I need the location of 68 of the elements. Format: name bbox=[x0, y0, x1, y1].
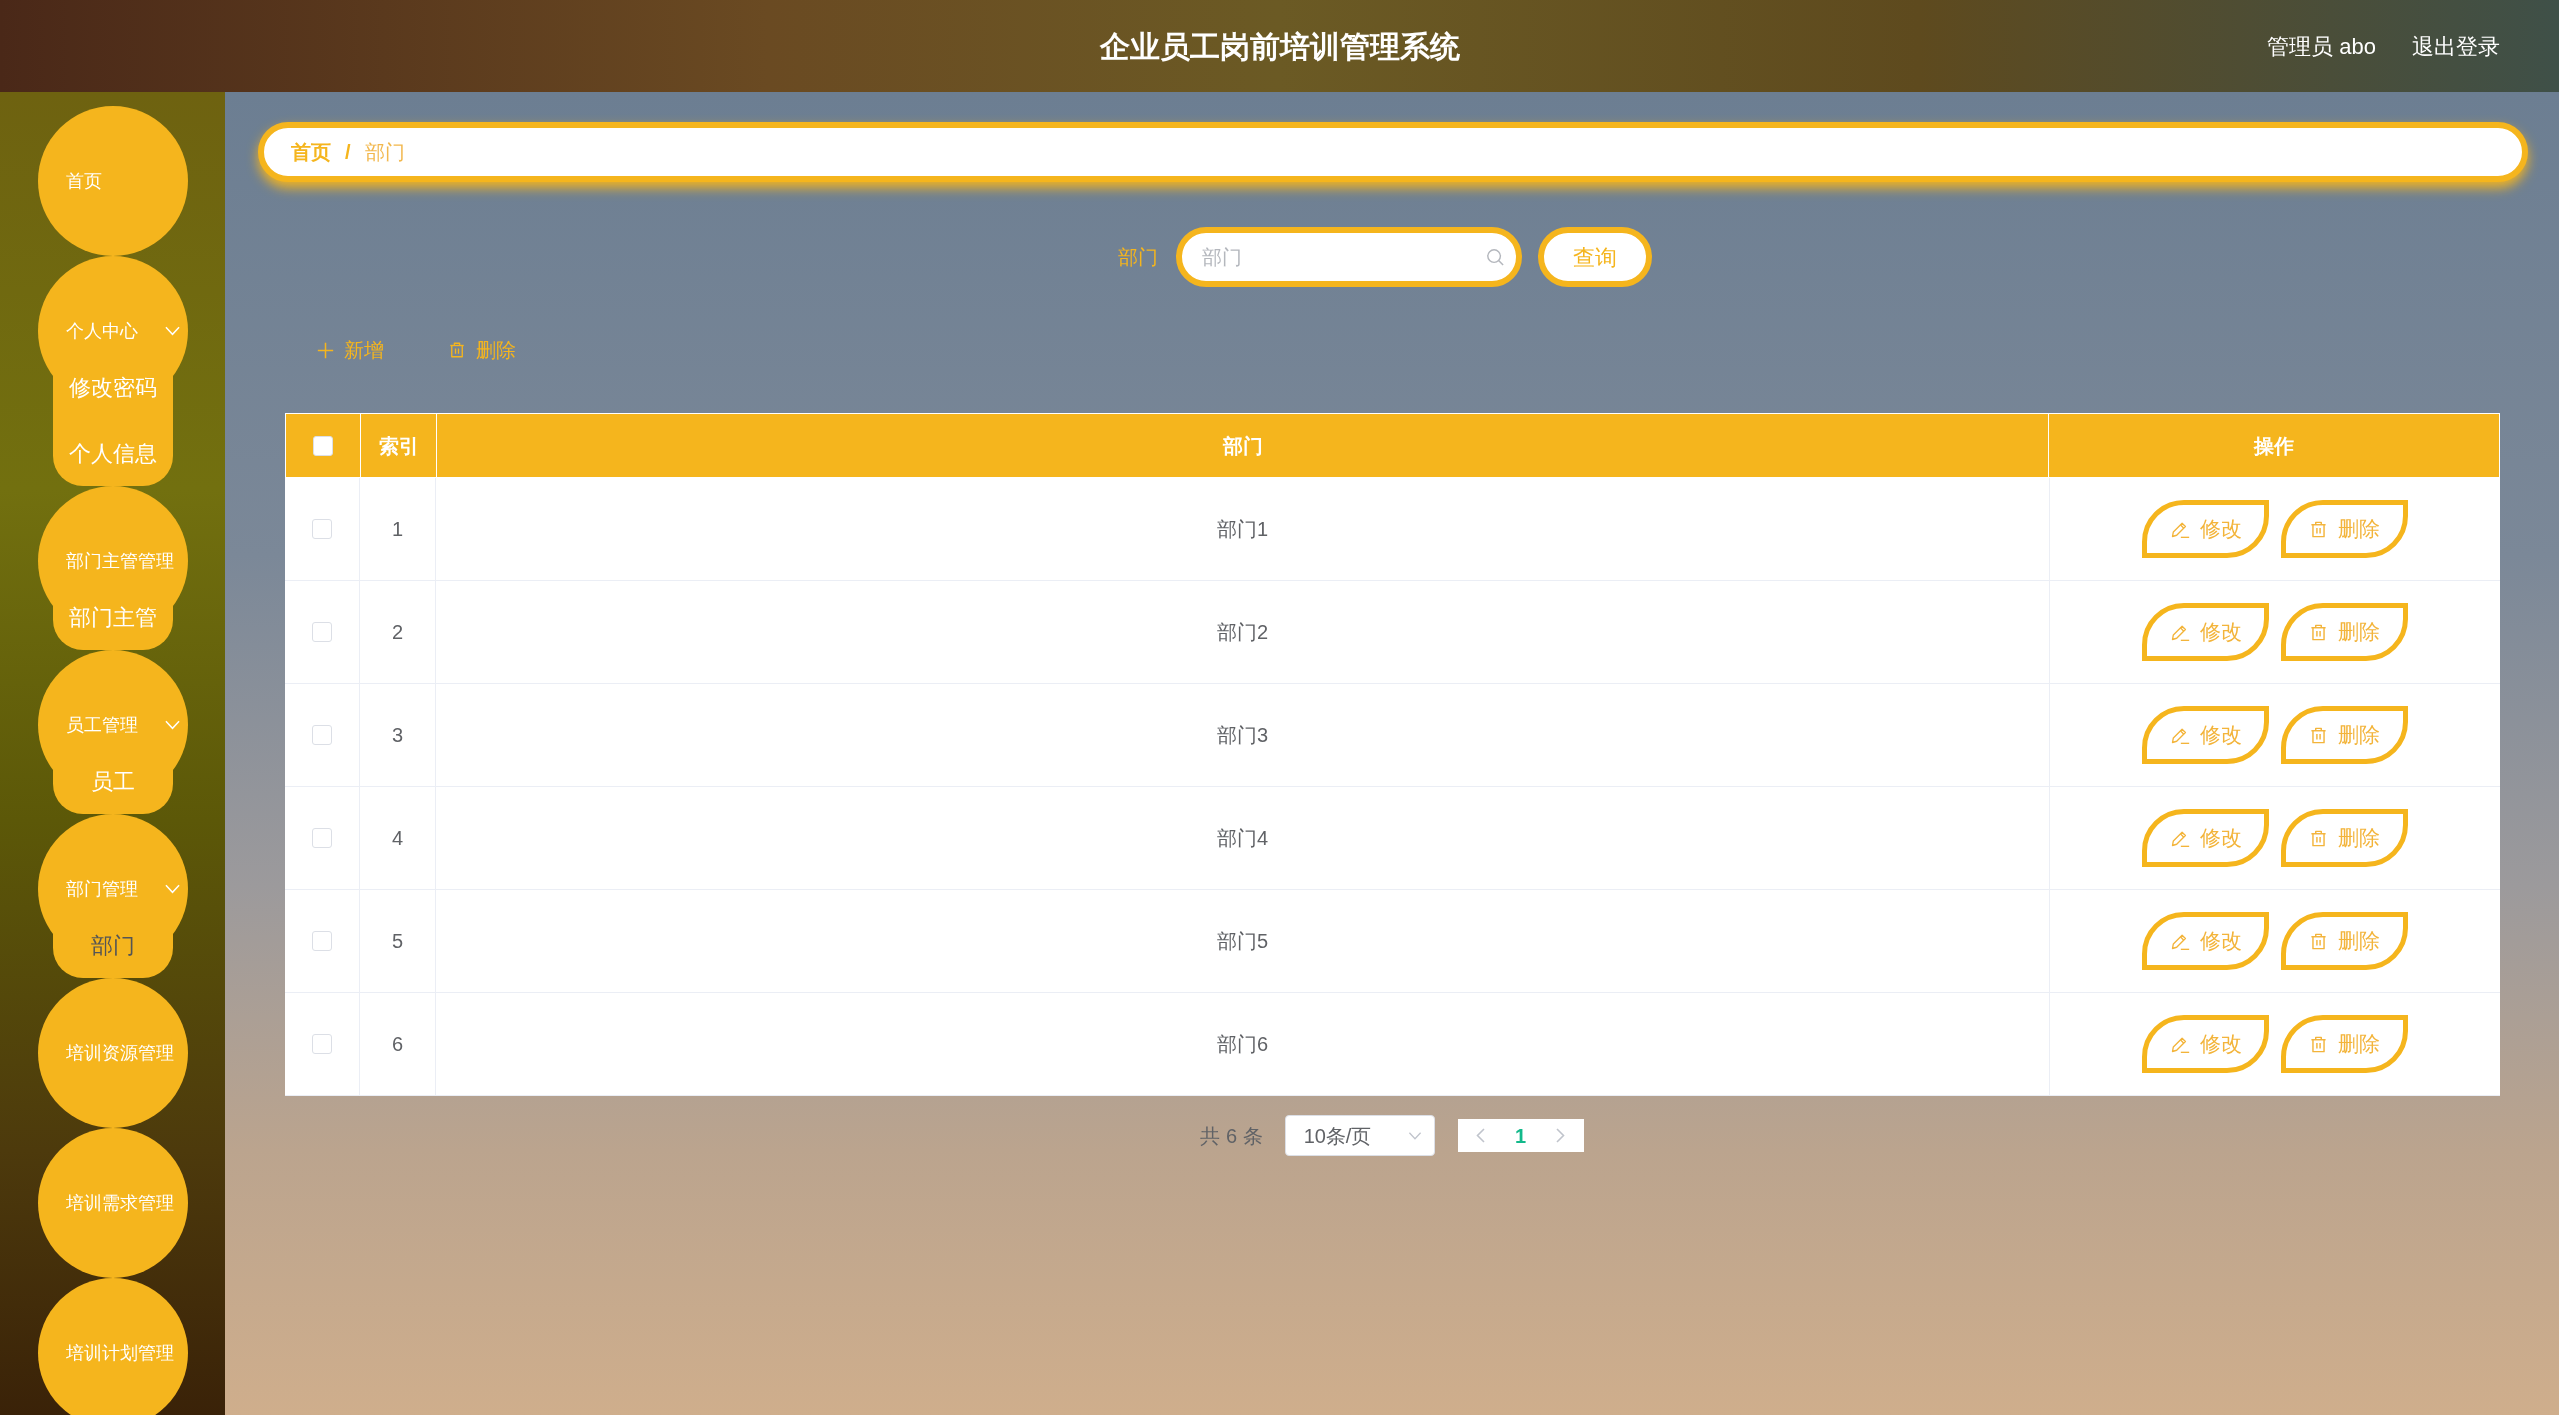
delete-button[interactable]: 删除 bbox=[2281, 809, 2408, 867]
column-header: 索引 bbox=[361, 414, 437, 477]
plus-icon bbox=[317, 341, 334, 359]
query-button[interactable]: 查询 bbox=[1538, 227, 1652, 287]
submenu-item[interactable]: 部门 bbox=[52, 912, 173, 978]
chevron-left-icon bbox=[1476, 1128, 1486, 1143]
user-name: 管理员 abo bbox=[2267, 32, 2376, 61]
table-cell: 5 bbox=[360, 890, 436, 992]
edit-button[interactable]: 修改 bbox=[2142, 500, 2269, 558]
search-icon bbox=[1486, 248, 1504, 266]
table-cell: 1 bbox=[360, 478, 436, 580]
logout-link[interactable]: 退出登录 bbox=[2412, 29, 2500, 63]
breadcrumb-separator: / bbox=[345, 140, 351, 165]
table-cell: 部门6 bbox=[436, 993, 2050, 1095]
submenu-item[interactable]: 个人信息 bbox=[52, 420, 173, 486]
delete-button[interactable]: 删除 bbox=[2281, 603, 2408, 661]
table-cell: 部门3 bbox=[436, 684, 2050, 786]
breadcrumb-current: 部门 bbox=[364, 140, 405, 165]
app-title: 企业员工岗前培训管理系统 bbox=[1099, 28, 1460, 65]
table-cell: 部门2 bbox=[436, 581, 2050, 683]
delete-button[interactable]: 删除 bbox=[2281, 1015, 2408, 1073]
table-cell: 2 bbox=[360, 581, 436, 683]
page-button[interactable]: 1 bbox=[1505, 1119, 1536, 1152]
row-checkbox[interactable] bbox=[312, 519, 332, 539]
table-cell: 部门1 bbox=[436, 478, 2050, 580]
row-checkbox[interactable] bbox=[312, 931, 332, 951]
add-button[interactable]: 新增 bbox=[305, 330, 396, 370]
select-all-checkbox[interactable] bbox=[313, 435, 333, 456]
chevron-down-icon bbox=[1407, 1131, 1422, 1140]
trash-icon bbox=[2309, 1034, 2328, 1054]
total-count: 共 6 条 bbox=[1200, 1123, 1263, 1149]
row-checkbox[interactable] bbox=[312, 828, 332, 848]
delete-button[interactable]: 删除 bbox=[2281, 706, 2408, 764]
menu-item[interactable]: 培训资源管理 bbox=[37, 978, 188, 1128]
column-header: 部门 bbox=[437, 414, 2049, 477]
edit-button[interactable]: 修改 bbox=[2142, 603, 2269, 661]
menu-item[interactable]: 培训需求管理 bbox=[37, 1128, 188, 1278]
row-checkbox[interactable] bbox=[312, 622, 332, 642]
table-cell: 6 bbox=[360, 993, 436, 1095]
chevron-right-icon bbox=[1556, 1128, 1566, 1143]
delete-button[interactable]: 删除 bbox=[2281, 912, 2408, 970]
trash-icon bbox=[2309, 725, 2328, 745]
row-checkbox[interactable] bbox=[312, 1034, 332, 1054]
trash-icon bbox=[448, 341, 466, 359]
page-size-select[interactable]: 10条/页 bbox=[1284, 1115, 1435, 1156]
table-cell: 3 bbox=[360, 684, 436, 786]
table-cell: 4 bbox=[360, 787, 436, 889]
submenu-item[interactable]: 部门主管 bbox=[52, 584, 173, 650]
breadcrumb-link[interactable]: 首页 bbox=[291, 137, 331, 167]
edit-button[interactable]: 修改 bbox=[2142, 706, 2269, 764]
table-cell: 部门5 bbox=[436, 890, 2050, 992]
trash-icon bbox=[2309, 828, 2328, 848]
search-label: 部门 bbox=[1118, 245, 1158, 270]
edit-button[interactable]: 修改 bbox=[2142, 1015, 2269, 1073]
delete-button[interactable]: 删除 bbox=[436, 330, 528, 370]
edit-button[interactable]: 修改 bbox=[2142, 809, 2269, 867]
menu-item[interactable]: 培训计划管理 bbox=[37, 1278, 188, 1415]
submenu-item[interactable]: 员工 bbox=[52, 748, 173, 814]
column-header: 操作 bbox=[2252, 433, 2295, 459]
edit-button[interactable]: 修改 bbox=[2142, 912, 2269, 970]
trash-icon bbox=[2309, 519, 2328, 539]
table-cell: 部门4 bbox=[436, 787, 2050, 889]
delete-button[interactable]: 删除 bbox=[2281, 500, 2408, 558]
trash-icon bbox=[2309, 622, 2328, 642]
search-field[interactable]: 部门 bbox=[1176, 227, 1522, 287]
menu-item[interactable]: 首页 bbox=[37, 106, 188, 256]
trash-icon bbox=[2309, 931, 2328, 951]
row-checkbox[interactable] bbox=[312, 725, 332, 745]
